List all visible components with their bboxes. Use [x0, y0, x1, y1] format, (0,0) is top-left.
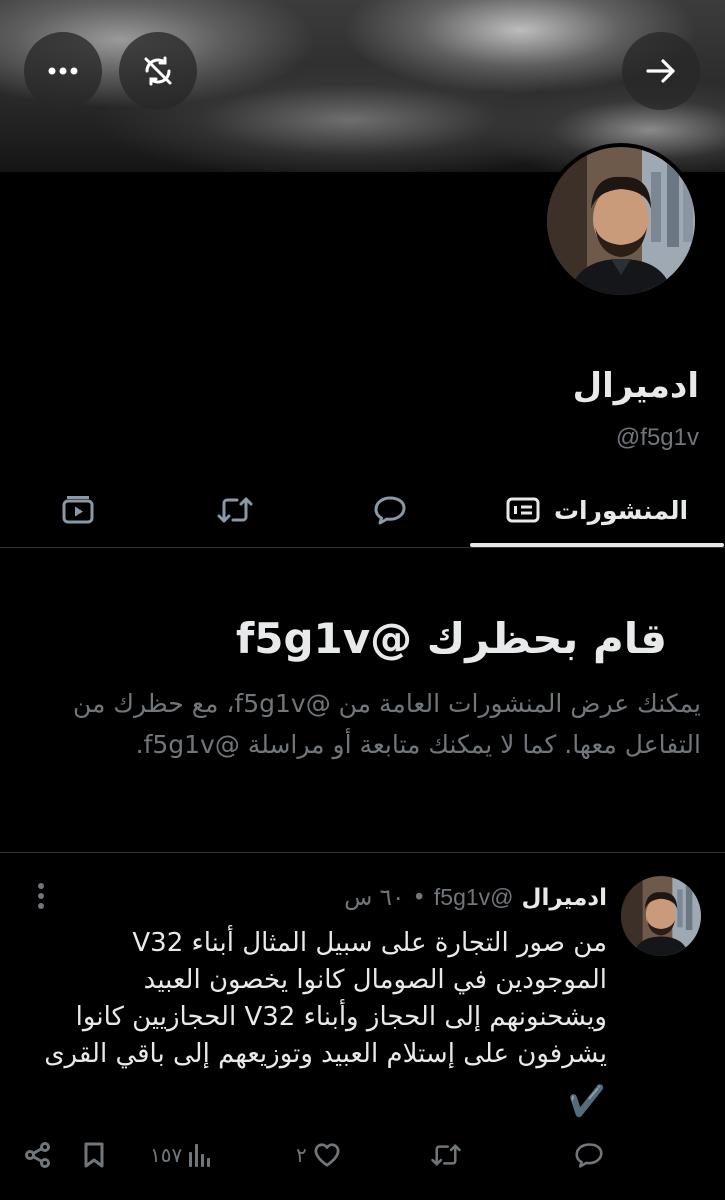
bookmark-icon	[84, 1142, 104, 1168]
sync-off-button[interactable]	[119, 32, 197, 110]
post-header: ادميرال @f5g1v • ٦٠ س	[344, 884, 607, 911]
profile-handle: @f5g1v	[615, 424, 699, 451]
post-time: ٦٠ س	[344, 884, 405, 911]
vertical-ellipsis-icon	[38, 883, 44, 909]
tab-replies[interactable]	[330, 472, 450, 548]
active-tab-indicator	[470, 543, 724, 547]
post-author[interactable]: ادميرال	[522, 885, 607, 911]
tab-reposts[interactable]	[175, 472, 295, 548]
media-play-icon	[62, 496, 94, 524]
check-mark-emoji: ✔️	[568, 1084, 606, 1119]
tab-posts[interactable]: المنشورات	[470, 472, 724, 548]
post-text: من صور التجارة على سبيل المثال أبناء V32…	[44, 928, 607, 1069]
arrow-right-icon	[646, 59, 675, 83]
repost-button[interactable]	[430, 1132, 468, 1178]
repost-icon	[217, 497, 253, 523]
bar-chart-icon	[189, 1144, 211, 1167]
like-button[interactable]: ٢	[296, 1132, 341, 1178]
more-options-button[interactable]	[24, 32, 102, 110]
heart-icon	[314, 1143, 340, 1167]
views-button[interactable]: ١٥٧	[150, 1132, 212, 1178]
tab-posts-label: المنشورات	[553, 495, 689, 525]
posts-icon	[506, 497, 540, 523]
bookmark-button[interactable]	[82, 1132, 106, 1178]
post-actions: ٢ ١٥٧	[0, 1132, 725, 1178]
repost-icon	[431, 1144, 461, 1166]
tab-media[interactable]	[18, 472, 138, 548]
post-more-button[interactable]	[26, 880, 56, 912]
profile-avatar[interactable]	[543, 143, 699, 299]
like-count: ٢	[296, 1143, 307, 1167]
blocked-description: يمكنك عرض المنشورات العامة من @f5g1v، مع…	[73, 689, 701, 759]
share-button[interactable]	[24, 1132, 52, 1178]
post-handle[interactable]: @f5g1v	[434, 884, 514, 911]
reply-bubble-icon	[374, 496, 406, 525]
ellipsis-icon	[48, 67, 78, 75]
post-avatar[interactable]	[621, 876, 701, 956]
divider	[0, 852, 725, 853]
forward-button[interactable]	[622, 32, 700, 110]
reply-button[interactable]	[574, 1132, 610, 1178]
post-separator: •	[412, 884, 426, 911]
views-count: ١٥٧	[150, 1143, 183, 1167]
share-icon	[25, 1142, 50, 1168]
sync-off-icon	[144, 56, 172, 86]
reply-icon	[575, 1143, 603, 1168]
profile-name: ادميرال	[572, 366, 699, 406]
profile-tabs: المنشورات	[0, 472, 725, 548]
blocked-title: قام بحظرك @f5g1v	[235, 614, 667, 663]
